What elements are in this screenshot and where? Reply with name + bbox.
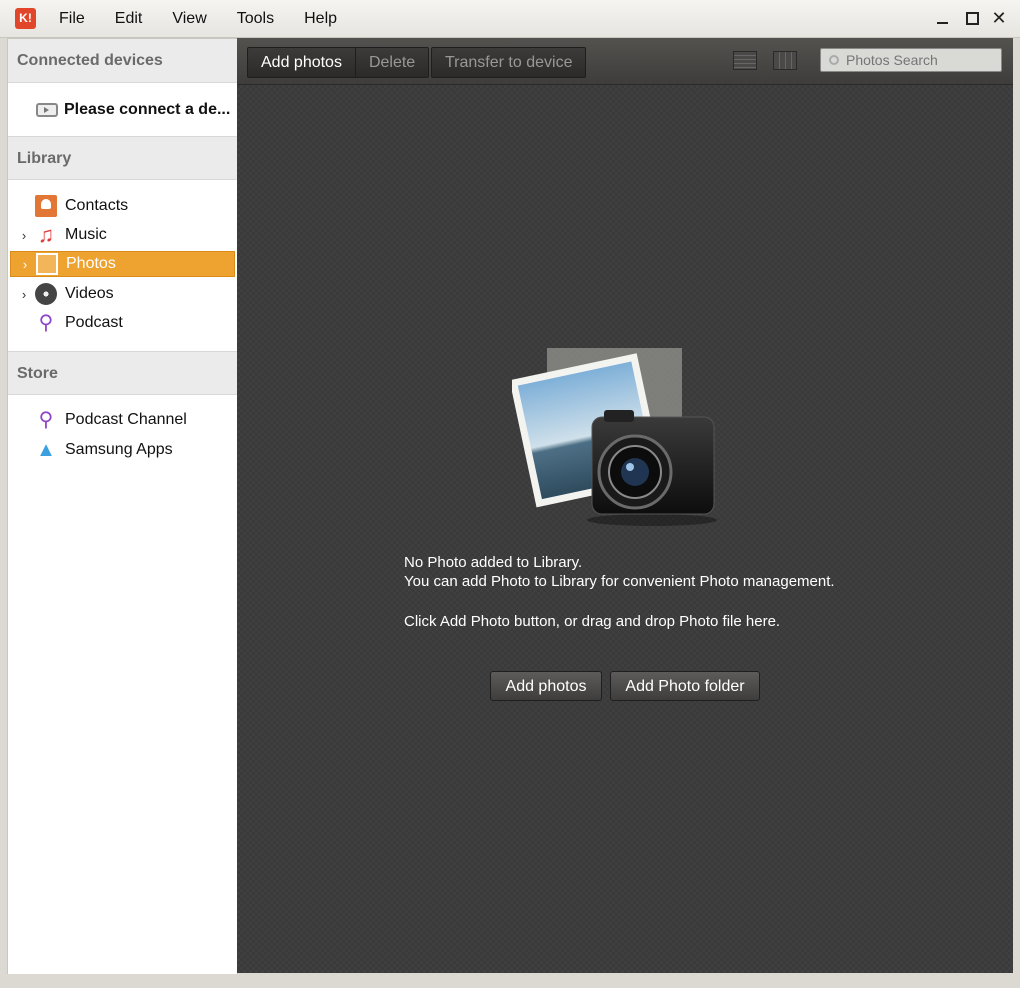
photos-icon xyxy=(36,253,58,275)
podcast-icon: ⚲ xyxy=(38,312,54,334)
close-icon[interactable]: ✕ xyxy=(989,8,1009,28)
sidebar-item-label: Contacts xyxy=(65,197,129,214)
sidebar-item-videos[interactable]: › Videos xyxy=(10,281,235,307)
device-icon xyxy=(36,103,58,117)
main-panel: Add photos Delete Transfer to device Pho… xyxy=(237,38,1013,973)
film-reel-icon xyxy=(35,283,57,305)
sidebar-item-label: Photos xyxy=(66,255,116,272)
list-view-icon[interactable] xyxy=(733,51,757,70)
sidebar-item-contacts[interactable]: Contacts xyxy=(10,193,235,219)
chevron-right-icon[interactable]: › xyxy=(17,287,31,302)
sidebar-item-label: Samsung Apps xyxy=(65,441,173,458)
device-label: Please connect a de... xyxy=(64,101,231,118)
search-input[interactable] xyxy=(844,51,998,69)
sidebar-item-samsung-apps[interactable]: ▲ Samsung Apps xyxy=(10,437,235,463)
menu-edit[interactable]: Edit xyxy=(100,10,158,28)
delete-button[interactable]: Delete xyxy=(356,48,428,77)
sidebar-item-podcast[interactable]: ⚲ Podcast xyxy=(10,310,235,336)
sidebar-item-label: Music xyxy=(65,226,107,243)
menu-tools[interactable]: Tools xyxy=(222,10,289,28)
photo-camera-illustration xyxy=(512,348,717,526)
transfer-group: Transfer to device xyxy=(431,47,587,78)
sidebar-item-photos[interactable]: › Photos xyxy=(10,251,235,277)
sidebar-item-label: Videos xyxy=(65,285,114,302)
add-photos-button[interactable]: Add photos xyxy=(490,671,602,701)
add-photo-folder-button[interactable]: Add Photo folder xyxy=(610,671,760,701)
minimize-icon[interactable] xyxy=(932,8,952,28)
sidebar-item-podcast-channel[interactable]: ⚲ Podcast Channel xyxy=(10,407,235,433)
add-photos-toolbar-button[interactable]: Add photos xyxy=(248,48,356,77)
menu-view[interactable]: View xyxy=(157,10,221,28)
device-item[interactable]: Please connect a de... xyxy=(8,85,237,135)
music-icon: ♫ xyxy=(37,222,55,247)
title-menu-bar: K! File Edit View Tools Help ✕ xyxy=(0,0,1020,38)
app-logo-icon[interactable]: K! xyxy=(15,8,36,29)
maximize-icon[interactable] xyxy=(961,8,981,28)
app-window: K! File Edit View Tools Help ✕ Connected… xyxy=(0,0,1020,988)
connected-devices-header: Connected devices xyxy=(8,39,237,83)
empty-message-detail: You can add Photo to Library for conveni… xyxy=(404,573,835,590)
transfer-to-device-button[interactable]: Transfer to device xyxy=(432,48,585,77)
sidebar-item-music[interactable]: › ♫ Music xyxy=(10,222,235,248)
contacts-icon xyxy=(35,195,57,217)
chevron-right-icon[interactable]: › xyxy=(18,257,32,272)
menu-help[interactable]: Help xyxy=(289,10,352,28)
grid-view-icon[interactable] xyxy=(773,51,797,70)
search-icon xyxy=(829,55,839,65)
empty-message-hint: Click Add Photo button, or drag and drop… xyxy=(404,613,781,630)
sidebar-item-label: Podcast xyxy=(65,314,123,331)
sidebar-item-label: Podcast Channel xyxy=(65,411,187,428)
menu-file[interactable]: File xyxy=(44,10,100,28)
search-box[interactable] xyxy=(820,48,1002,72)
photo-actions-group: Add photos Delete xyxy=(247,47,430,78)
chevron-right-icon[interactable]: › xyxy=(17,228,31,243)
sidebar: Connected devices Please connect a de...… xyxy=(7,38,238,975)
samsung-apps-icon: ▲ xyxy=(36,439,56,461)
menu-bar: File Edit View Tools Help xyxy=(44,0,352,37)
empty-message-title: No Photo added to Library. xyxy=(404,554,583,571)
status-bar xyxy=(0,974,1020,988)
toolbar: Add photos Delete Transfer to device xyxy=(237,38,1013,85)
photos-content-area[interactable]: No Photo added to Library. You can add P… xyxy=(237,85,1013,973)
store-header: Store xyxy=(8,351,237,395)
library-header: Library xyxy=(8,136,237,180)
podcast-icon: ⚲ xyxy=(38,409,54,431)
